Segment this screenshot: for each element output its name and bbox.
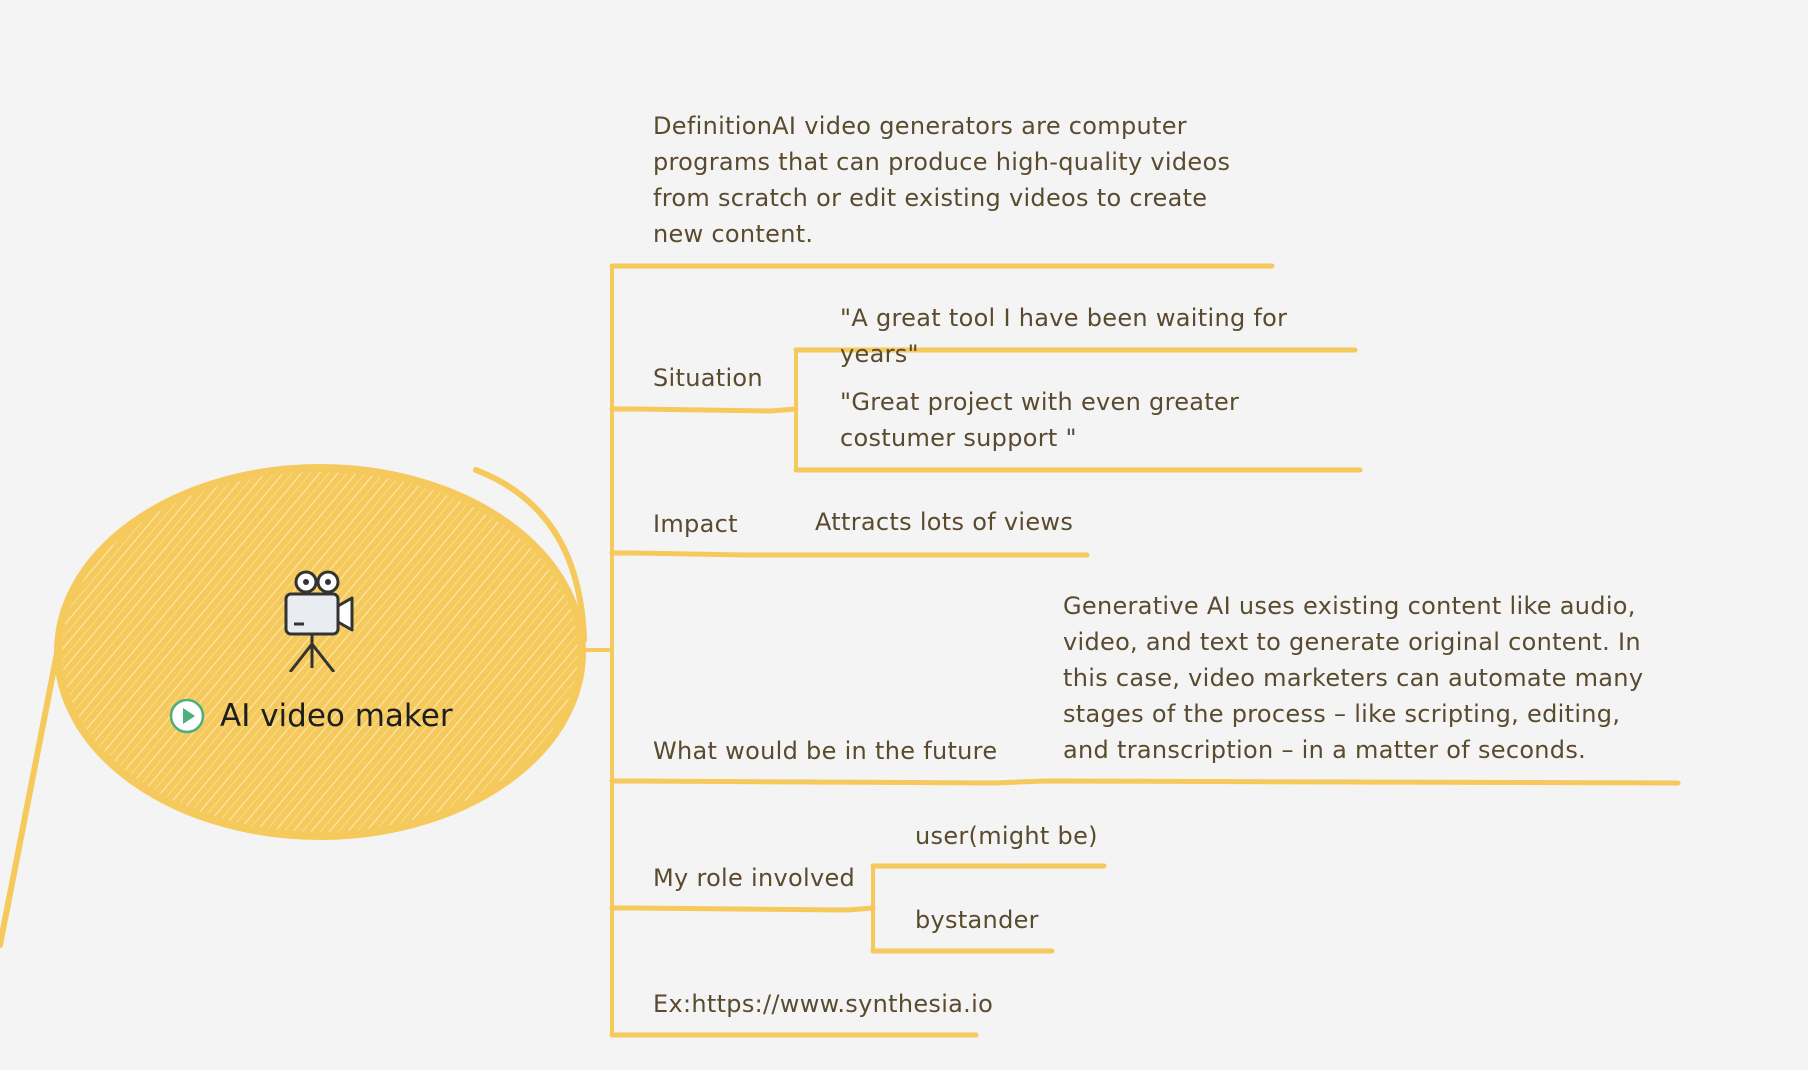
topic-future[interactable]: What would be in the future [653, 733, 997, 769]
branch-line-role [609, 905, 876, 913]
branch-line-future [609, 778, 1681, 786]
branch-line-situation [609, 406, 799, 414]
topic-impact[interactable]: Impact [653, 506, 738, 542]
incoming-branch-line [0, 645, 61, 948]
branch-line-impact [609, 550, 1090, 558]
play-circle-icon[interactable] [168, 697, 206, 735]
central-topic-title: AI video maker [220, 698, 453, 734]
central-topic[interactable]: AI video maker [168, 697, 453, 735]
topic-role[interactable]: My role involved [653, 860, 855, 896]
movie-camera-icon [284, 570, 354, 672]
subtopic-role-user[interactable]: user(might be) [915, 818, 1098, 854]
subtopic-role-bystander[interactable]: bystander [915, 902, 1039, 938]
mindmap-canvas: AI video maker DefinitionAI video genera… [0, 0, 1808, 1070]
subtopic-situation-quote-1[interactable]: "A great tool I have been waiting for ye… [840, 300, 1360, 372]
topic-situation[interactable]: Situation [653, 360, 763, 396]
subtopic-impact-views[interactable]: Attracts lots of views [815, 504, 1073, 540]
subtopic-future-description[interactable]: Generative AI uses existing content like… [1063, 588, 1673, 768]
trunk-line [582, 264, 614, 1037]
subtopic-situation-quote-2[interactable]: "Great project with even greater costume… [840, 384, 1360, 456]
topic-definition[interactable]: DefinitionAI video generators are comput… [653, 108, 1253, 252]
topic-example-link[interactable]: Ex:https://www.synthesia.io [653, 986, 993, 1022]
